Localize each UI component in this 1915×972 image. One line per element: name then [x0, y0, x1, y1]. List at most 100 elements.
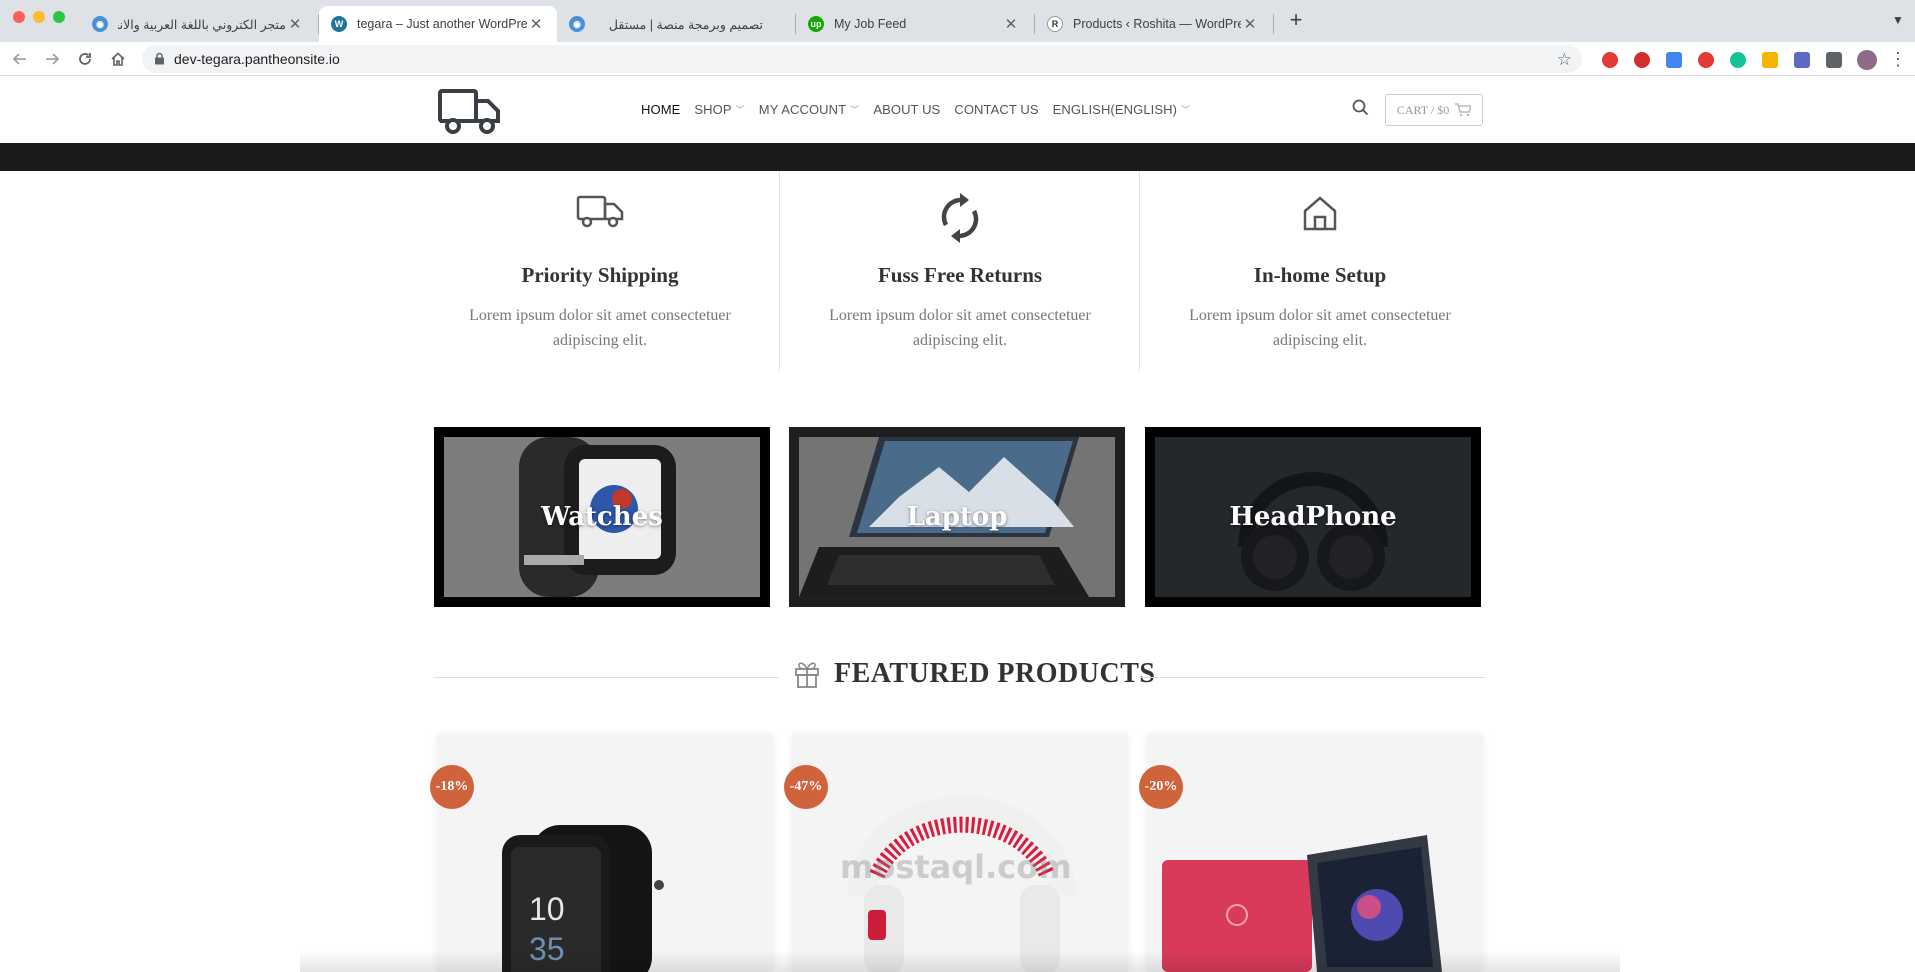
tab-title: متجر الكتروني باللغة العربية والانجليز — [118, 17, 286, 32]
search-icon[interactable] — [1352, 99, 1369, 121]
tab-title: tegara – Just another WordPress — [357, 17, 527, 31]
broom-extension-icon[interactable] — [1762, 52, 1778, 68]
category-label: Laptop — [906, 502, 1008, 532]
profile-avatar[interactable] — [1857, 50, 1877, 70]
heading-divider-right — [1140, 677, 1485, 678]
category-headphone[interactable]: HeadPhone — [1145, 427, 1481, 607]
nav-my-account[interactable]: MY ACCOUNT ﹀ — [759, 102, 860, 117]
chevron-down-icon: ﹀ — [735, 105, 745, 115]
category-watches[interactable]: Watches — [434, 427, 770, 607]
feature-text: Lorem ipsum dolor sit amet consectetuer … — [1189, 307, 1451, 349]
bottom-shadow — [300, 950, 1620, 972]
lock-icon[interactable] — [154, 52, 165, 70]
tab-title: تصميم وبرمجة منصة | مستقل — [608, 17, 763, 32]
tab-title: Products ‹ Roshita — WordPress — [1073, 17, 1241, 31]
mail-extension-icon[interactable] — [1698, 52, 1714, 68]
nav-about-us[interactable]: ABOUT US — [873, 102, 940, 117]
reload-icon[interactable] — [75, 49, 95, 69]
cart-label: CART / $0 — [1396, 102, 1450, 117]
home-icon — [1140, 193, 1500, 243]
address-bar[interactable]: dev-tegara.pantheonsite.io ☆ — [142, 45, 1582, 73]
category-laptop[interactable]: Laptop — [789, 427, 1125, 607]
feature-fuss-free-returns: Fuss Free Returns Lorem ipsum dolor sit … — [780, 171, 1140, 371]
feature-priority-shipping: Priority Shipping Lorem ipsum dolor sit … — [420, 171, 780, 371]
product-card[interactable] — [1147, 735, 1483, 972]
menu-kebab-icon[interactable]: ⋮ — [1888, 49, 1908, 69]
featured-title: FEATURED PRODUCTS — [834, 658, 1156, 689]
refresh-icon — [780, 193, 1140, 243]
watermark: mostaql.com — [840, 848, 1072, 886]
upwork-icon: up — [808, 16, 824, 32]
heading-divider-left — [434, 677, 779, 678]
window-close-button[interactable] — [13, 11, 25, 23]
eyedropper-icon[interactable] — [1794, 52, 1810, 68]
close-tab-icon[interactable]: ✕ — [527, 15, 545, 33]
browser-tab[interactable]: ◉ متجر الكتروني باللغة العربية والانجليز… — [80, 6, 316, 42]
home-icon[interactable] — [108, 49, 128, 69]
forward-icon[interactable] — [42, 49, 62, 69]
nav-home[interactable]: HOME — [641, 102, 680, 117]
featured-products-heading: FEATURED PRODUCTS — [794, 658, 1155, 690]
close-tab-icon[interactable]: ✕ — [286, 15, 304, 33]
browser-tab[interactable]: R Products ‹ Roshita — WordPress ✕ — [1035, 6, 1271, 42]
hero-banner-strip — [0, 143, 1915, 171]
cart-button[interactable]: CART / $0 — [1385, 94, 1483, 126]
adblock-icon[interactable] — [1602, 52, 1618, 68]
globe-icon: ◉ — [569, 16, 585, 32]
category-label: Watches — [541, 502, 663, 532]
close-tab-icon[interactable]: ✕ — [1002, 15, 1020, 33]
new-tab-icon[interactable]: + — [1286, 7, 1306, 32]
product-image-laptops — [1162, 835, 1442, 972]
product-card[interactable]: 10 35 — [437, 735, 773, 972]
shield-extension-icon[interactable] — [1634, 52, 1650, 68]
browser-tab-active[interactable]: W tegara – Just another WordPress ✕ — [319, 6, 557, 42]
feature-text: Lorem ipsum dolor sit amet consectetuer … — [829, 307, 1091, 349]
feature-text: Lorem ipsum dolor sit amet consectetuer … — [469, 307, 731, 349]
back-icon[interactable] — [10, 49, 30, 69]
chevron-down-icon: ﹀ — [850, 105, 860, 115]
truck-icon — [420, 193, 780, 243]
nav-label: ABOUT US — [873, 102, 941, 117]
site-header: HOME SHOP ﹀ MY ACCOUNT ﹀ ABOUT US CONTACT … — [0, 76, 1915, 143]
cart-icon — [1455, 103, 1472, 117]
tab-search-icon[interactable]: ▼ — [1888, 10, 1908, 30]
discount-badge: -18% — [430, 765, 474, 809]
window-minimize-button[interactable] — [33, 11, 45, 23]
translate-icon[interactable] — [1666, 52, 1682, 68]
browser-tab-bar: ◉ متجر الكتروني باللغة العربية والانجليز… — [0, 0, 1915, 42]
nav-label: ENGLISH(ENGLISH) — [1052, 102, 1178, 117]
nav-label: SHOP — [694, 102, 732, 117]
globe-icon: ◉ — [92, 16, 108, 32]
nav-label: CONTACT US — [954, 102, 1039, 117]
gift-icon — [795, 662, 819, 688]
tab-separator — [1273, 14, 1274, 34]
grammarly-icon[interactable] — [1730, 52, 1746, 68]
category-label: HeadPhone — [1229, 502, 1397, 532]
nav-label: MY ACCOUNT — [758, 102, 847, 117]
wordpress-icon: W — [331, 16, 347, 32]
discount-badge: -47% — [784, 765, 828, 809]
product-image-smartwatch: 10 35 — [502, 825, 664, 972]
main-nav: HOME SHOP ﹀ MY ACCOUNT ﹀ ABOUT US CONTACT … — [641, 102, 1204, 117]
bookmark-star-icon[interactable]: ☆ — [1557, 50, 1572, 70]
feature-title: Fuss Free Returns — [877, 263, 1043, 287]
nav-contact-us[interactable]: CONTACT US — [954, 102, 1038, 117]
site-logo[interactable] — [437, 87, 503, 140]
discount-badge: -20% — [1139, 765, 1183, 809]
window-zoom-button[interactable] — [53, 11, 65, 23]
browser-tab[interactable]: up My Job Feed ✕ — [796, 6, 1032, 42]
browser-tab[interactable]: ◉ تصميم وبرمجة منصة | مستقل — [557, 6, 793, 42]
nav-shop[interactable]: SHOP ﹀ — [694, 102, 744, 117]
extensions-puzzle-icon[interactable] — [1826, 52, 1842, 68]
svg-text:10: 10 — [529, 891, 565, 927]
roshita-icon: R — [1047, 16, 1063, 32]
close-tab-icon[interactable]: ✕ — [1241, 15, 1259, 33]
feature-title: In-home Setup — [1253, 263, 1387, 287]
url-text: dev-tegara.pantheonsite.io — [174, 51, 340, 67]
nav-language[interactable]: ENGLISH(ENGLISH) ﹀ — [1053, 102, 1191, 117]
chevron-down-icon: ﹀ — [1181, 105, 1191, 115]
feature-title: Priority Shipping — [521, 263, 679, 287]
tab-title: My Job Feed — [834, 17, 907, 31]
browser-toolbar: dev-tegara.pantheonsite.io ☆ ⋮ — [0, 42, 1915, 76]
feature-in-home-setup: In-home Setup Lorem ipsum dolor sit amet… — [1140, 171, 1500, 371]
